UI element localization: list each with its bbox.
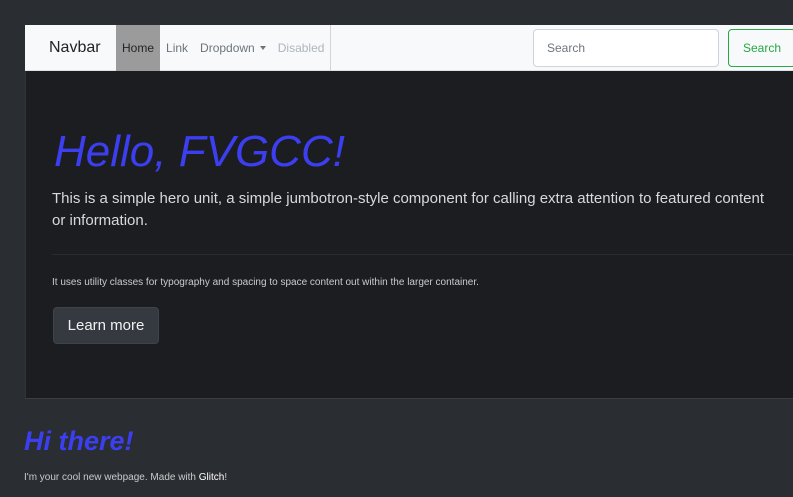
section-title: Hi there! <box>24 426 134 456</box>
nav-item-disabled: Disabled <box>277 41 325 55</box>
jumbotron: Hello, FVGCC! This is a simple hero unit… <box>25 71 793 399</box>
caret-down-icon <box>259 46 266 50</box>
learn-more-button[interactable]: Learn more <box>53 307 159 344</box>
jumbotron-title: Hello, FVGCC! <box>54 127 345 176</box>
glitch-link[interactable]: Glitch <box>199 472 225 483</box>
navbar: Navbar Home Link Dropdown Disabled Searc… <box>25 25 793 71</box>
jumbotron-body: It uses utility classes for typography a… <box>52 277 479 288</box>
divider <box>52 254 793 255</box>
nav-items: Home Link Dropdown Disabled <box>116 25 332 71</box>
intro-text-prefix: I'm your cool new webpage. Made with <box>24 472 199 483</box>
search-input[interactable] <box>533 29 719 67</box>
jumbotron-lead: This is a simple hero unit, a simple jum… <box>52 190 765 229</box>
intro-text-suffix: ! <box>224 472 228 483</box>
search-button[interactable]: Search <box>728 29 793 67</box>
nav-item-link[interactable]: Link <box>160 25 194 71</box>
nav-item-dropdown-label: Dropdown <box>200 41 255 55</box>
navbar-brand[interactable]: Navbar <box>49 25 101 71</box>
nav-item-dropdown[interactable]: Dropdown <box>194 25 272 71</box>
intro-text: I'm your cool new webpage. Made with Gli… <box>24 472 227 483</box>
nav-item-home[interactable]: Home <box>116 25 161 71</box>
